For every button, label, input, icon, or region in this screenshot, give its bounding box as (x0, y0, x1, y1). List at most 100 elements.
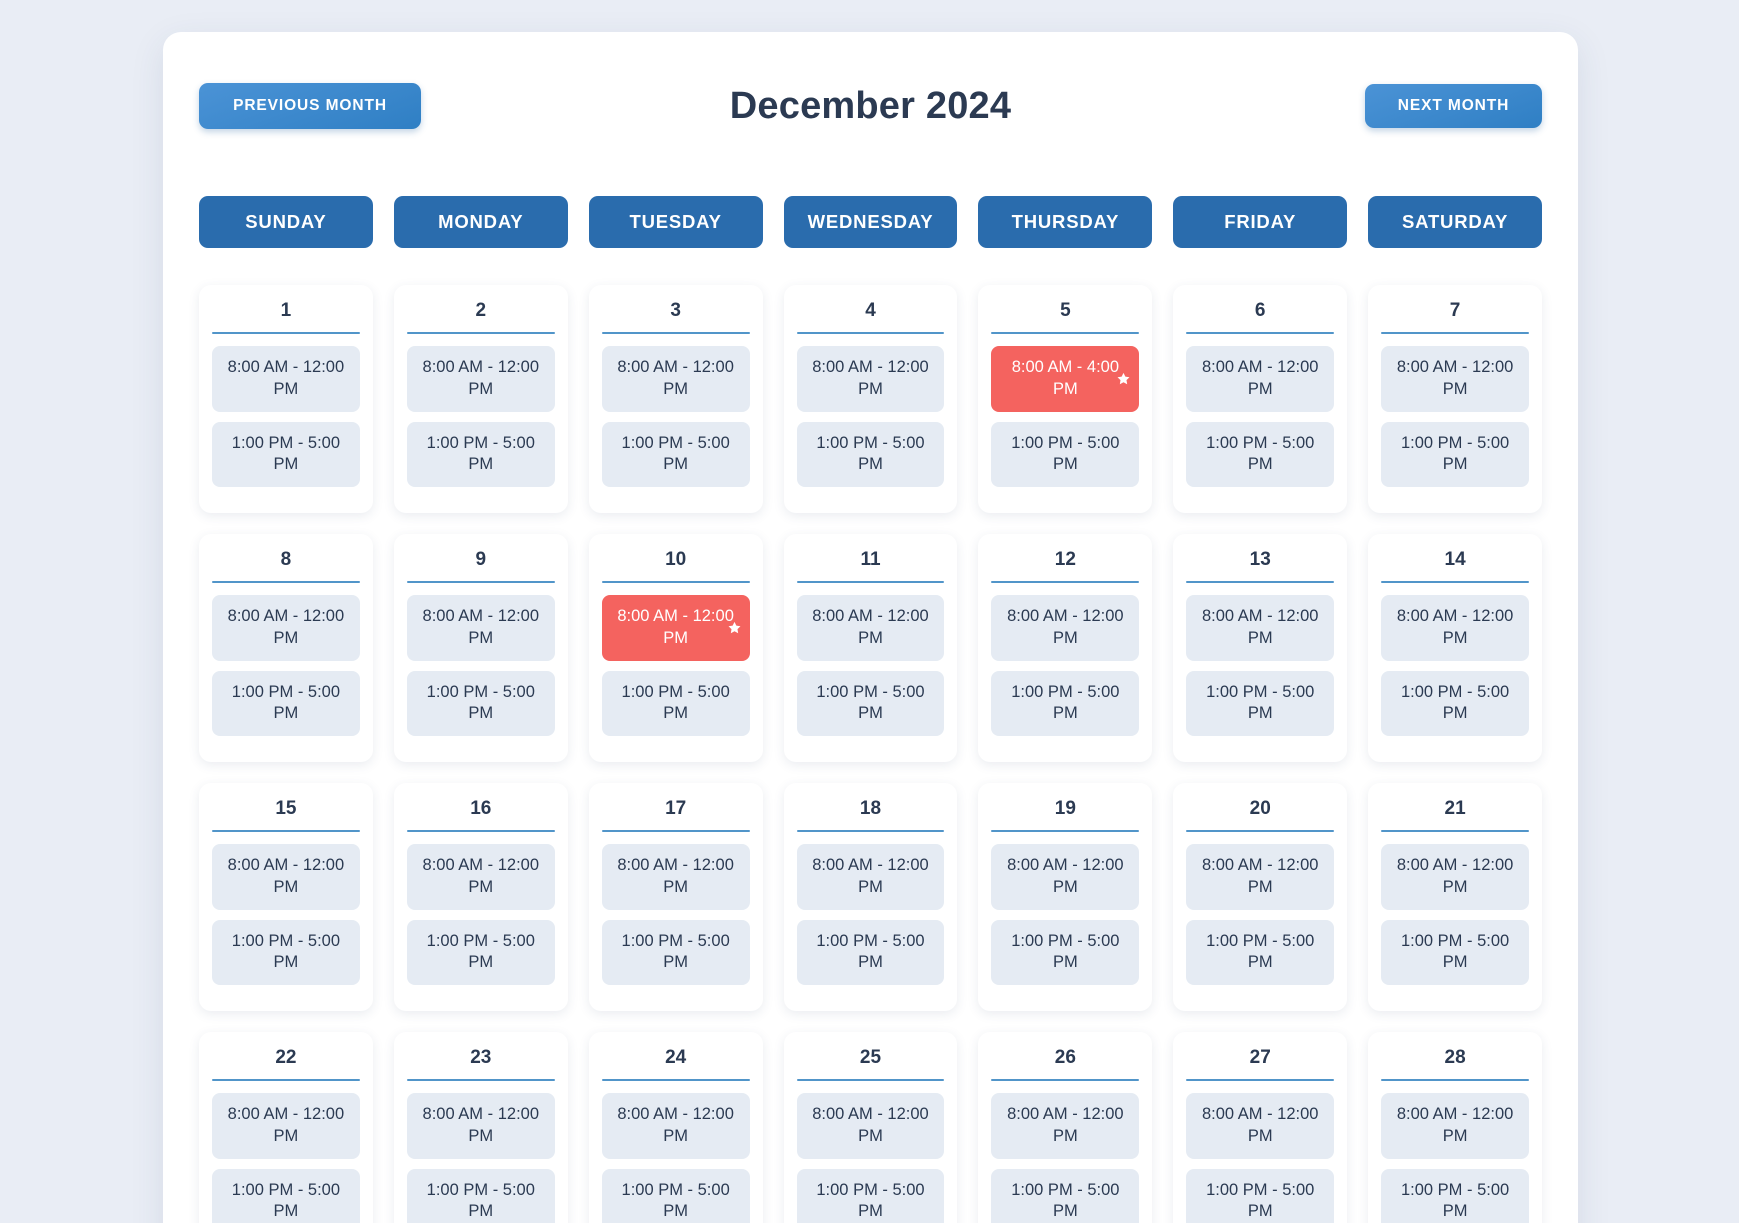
time-slot[interactable]: 8:00 AM - 12:00 PM (1186, 844, 1335, 910)
day-cell[interactable]: 17 8:00 AM - 12:00 PM 1:00 PM - 5:00 PM (588, 783, 763, 1011)
weekday-header-monday[interactable]: MONDAY (393, 196, 568, 248)
time-slot[interactable]: 1:00 PM - 5:00 PM (991, 919, 1140, 986)
day-cell[interactable]: 4 8:00 AM - 12:00 PM 1:00 PM - 5:00 PM (783, 285, 958, 513)
day-cell[interactable]: 26 8:00 AM - 12:00 PM 1:00 PM - 5:00 PM (978, 1032, 1153, 1223)
time-slot[interactable]: 8:00 AM - 12:00 PM (991, 1093, 1140, 1159)
time-slot[interactable]: 8:00 AM - 12:00 PM (796, 595, 945, 661)
time-slot[interactable]: 8:00 AM - 12:00 PM (212, 844, 360, 910)
time-slot[interactable]: 8:00 AM - 12:00 PM (1186, 346, 1335, 412)
time-slot[interactable]: 1:00 PM - 5:00 PM (601, 670, 750, 737)
day-cell[interactable]: 2 8:00 AM - 12:00 PM 1:00 PM - 5:00 PM (393, 285, 568, 513)
time-slot[interactable]: 1:00 PM - 5:00 PM (1186, 919, 1335, 986)
weekday-header-saturday[interactable]: SATURDAY (1368, 196, 1542, 248)
day-cell[interactable]: 8 8:00 AM - 12:00 PM 1:00 PM - 5:00 PM (199, 534, 373, 762)
time-slot[interactable]: 8:00 AM - 12:00 PM (406, 346, 555, 412)
time-slot[interactable]: 8:00 AM - 12:00 PM (212, 595, 360, 661)
time-slot[interactable]: 1:00 PM - 5:00 PM (406, 1168, 555, 1223)
day-number: 21 (1444, 798, 1466, 819)
day-cell[interactable]: 19 8:00 AM - 12:00 PM 1:00 PM - 5:00 PM (978, 783, 1153, 1011)
time-slot[interactable]: 1:00 PM - 5:00 PM (601, 421, 750, 488)
day-cell[interactable]: 23 8:00 AM - 12:00 PM 1:00 PM - 5:00 PM (393, 1032, 568, 1223)
next-month-button[interactable]: NEXT MONTH (1365, 84, 1542, 128)
weekday-header-tuesday[interactable]: TUESDAY (588, 196, 763, 248)
day-cell[interactable]: 10 8:00 AM - 12:00 PM 1:00 PM - 5:00 PM (588, 534, 763, 762)
time-slot[interactable]: 1:00 PM - 5:00 PM (796, 919, 945, 986)
time-slot[interactable]: 8:00 AM - 12:00 PM (1381, 1093, 1529, 1159)
time-slot-special[interactable]: 8:00 AM - 4:00 PM (991, 346, 1140, 412)
time-slot[interactable]: 1:00 PM - 5:00 PM (212, 1168, 360, 1223)
day-cell[interactable]: 20 8:00 AM - 12:00 PM 1:00 PM - 5:00 PM (1173, 783, 1348, 1011)
time-slot[interactable]: 1:00 PM - 5:00 PM (991, 1168, 1140, 1223)
time-slot[interactable]: 8:00 AM - 12:00 PM (212, 1093, 360, 1159)
day-cell[interactable]: 3 8:00 AM - 12:00 PM 1:00 PM - 5:00 PM (588, 285, 763, 513)
time-slot[interactable]: 1:00 PM - 5:00 PM (796, 1168, 945, 1223)
day-cell[interactable]: 5 8:00 AM - 4:00 PM 1:00 PM - 5:00 PM (978, 285, 1153, 513)
time-slot[interactable]: 1:00 PM - 5:00 PM (212, 421, 360, 488)
time-slot[interactable]: 1:00 PM - 5:00 PM (406, 421, 555, 488)
time-slot[interactable]: 1:00 PM - 5:00 PM (406, 670, 555, 737)
time-slot[interactable]: 8:00 AM - 12:00 PM (796, 346, 945, 412)
time-slot[interactable]: 1:00 PM - 5:00 PM (406, 919, 555, 986)
time-slot[interactable]: 8:00 AM - 12:00 PM (991, 595, 1140, 661)
time-slot[interactable]: 8:00 AM - 12:00 PM (1186, 1093, 1335, 1159)
day-cell[interactable]: 11 8:00 AM - 12:00 PM 1:00 PM - 5:00 PM (783, 534, 958, 762)
time-slot[interactable]: 1:00 PM - 5:00 PM (1381, 1168, 1529, 1223)
day-cell[interactable]: 25 8:00 AM - 12:00 PM 1:00 PM - 5:00 PM (783, 1032, 958, 1223)
time-slot[interactable]: 8:00 AM - 12:00 PM (406, 595, 555, 661)
time-slot[interactable]: 1:00 PM - 5:00 PM (1186, 1168, 1335, 1223)
time-slot[interactable]: 1:00 PM - 5:00 PM (796, 421, 945, 488)
day-number: 28 (1444, 1047, 1466, 1068)
weekday-header-sunday[interactable]: SUNDAY (199, 196, 373, 248)
day-cell[interactable]: 22 8:00 AM - 12:00 PM 1:00 PM - 5:00 PM (199, 1032, 373, 1223)
day-cell[interactable]: 15 8:00 AM - 12:00 PM 1:00 PM - 5:00 PM (199, 783, 373, 1011)
time-slot[interactable]: 8:00 AM - 12:00 PM (991, 844, 1140, 910)
day-cell[interactable]: 27 8:00 AM - 12:00 PM 1:00 PM - 5:00 PM (1173, 1032, 1348, 1223)
time-slot[interactable]: 1:00 PM - 5:00 PM (601, 919, 750, 986)
time-slot-label: 8:00 AM - 12:00 PM (812, 856, 929, 896)
day-cell[interactable]: 14 8:00 AM - 12:00 PM 1:00 PM - 5:00 PM (1368, 534, 1542, 762)
time-slot[interactable]: 1:00 PM - 5:00 PM (1381, 919, 1529, 986)
time-slot[interactable]: 8:00 AM - 12:00 PM (406, 1093, 555, 1159)
time-slot[interactable]: 8:00 AM - 12:00 PM (406, 844, 555, 910)
weekday-header-wednesday[interactable]: WEDNESDAY (783, 196, 958, 248)
time-slot[interactable]: 8:00 AM - 12:00 PM (1381, 346, 1529, 412)
time-slot[interactable]: 1:00 PM - 5:00 PM (212, 670, 360, 737)
time-slot[interactable]: 8:00 AM - 12:00 PM (212, 346, 360, 412)
time-slot[interactable]: 8:00 AM - 12:00 PM (796, 1093, 945, 1159)
time-slot[interactable]: 1:00 PM - 5:00 PM (1381, 421, 1529, 488)
day-cell[interactable]: 28 8:00 AM - 12:00 PM 1:00 PM - 5:00 PM (1368, 1032, 1542, 1223)
time-slot[interactable]: 1:00 PM - 5:00 PM (601, 1168, 750, 1223)
time-slot[interactable]: 8:00 AM - 12:00 PM (1381, 595, 1529, 661)
time-slot[interactable]: 8:00 AM - 12:00 PM (601, 844, 750, 910)
day-cell[interactable]: 18 8:00 AM - 12:00 PM 1:00 PM - 5:00 PM (783, 783, 958, 1011)
time-slot[interactable]: 1:00 PM - 5:00 PM (212, 919, 360, 986)
day-cell[interactable]: 24 8:00 AM - 12:00 PM 1:00 PM - 5:00 PM (588, 1032, 763, 1223)
time-slot[interactable]: 1:00 PM - 5:00 PM (796, 670, 945, 737)
day-cell[interactable]: 16 8:00 AM - 12:00 PM 1:00 PM - 5:00 PM (393, 783, 568, 1011)
day-cell[interactable]: 7 8:00 AM - 12:00 PM 1:00 PM - 5:00 PM (1368, 285, 1542, 513)
previous-month-button[interactable]: PREVIOUS MONTH (199, 83, 421, 129)
day-cell[interactable]: 12 8:00 AM - 12:00 PM 1:00 PM - 5:00 PM (978, 534, 1153, 762)
time-slot[interactable]: 8:00 AM - 12:00 PM (1381, 844, 1529, 910)
day-number: 13 (1249, 549, 1271, 570)
time-slot-special[interactable]: 8:00 AM - 12:00 PM (601, 595, 750, 661)
day-divider (212, 331, 360, 335)
time-slot[interactable]: 1:00 PM - 5:00 PM (1381, 670, 1529, 737)
time-slot-label: 1:00 PM - 5:00 PM (426, 433, 535, 474)
day-cell[interactable]: 9 8:00 AM - 12:00 PM 1:00 PM - 5:00 PM (393, 534, 568, 762)
day-cell[interactable]: 21 8:00 AM - 12:00 PM 1:00 PM - 5:00 PM (1368, 783, 1542, 1011)
time-slot-label: 8:00 AM - 12:00 PM (227, 1105, 345, 1145)
time-slot[interactable]: 1:00 PM - 5:00 PM (1186, 421, 1335, 488)
time-slot[interactable]: 1:00 PM - 5:00 PM (1186, 670, 1335, 737)
time-slot[interactable]: 1:00 PM - 5:00 PM (991, 421, 1140, 488)
time-slot[interactable]: 8:00 AM - 12:00 PM (796, 844, 945, 910)
weekday-header-friday[interactable]: FRIDAY (1173, 196, 1348, 248)
time-slot[interactable]: 8:00 AM - 12:00 PM (1186, 595, 1335, 661)
time-slot[interactable]: 1:00 PM - 5:00 PM (991, 670, 1140, 737)
time-slot[interactable]: 8:00 AM - 12:00 PM (601, 1093, 750, 1159)
day-cell[interactable]: 1 8:00 AM - 12:00 PM 1:00 PM - 5:00 PM (199, 285, 373, 513)
weekday-header-thursday[interactable]: THURSDAY (978, 196, 1153, 248)
day-cell[interactable]: 6 8:00 AM - 12:00 PM 1:00 PM - 5:00 PM (1173, 285, 1348, 513)
day-cell[interactable]: 13 8:00 AM - 12:00 PM 1:00 PM - 5:00 PM (1173, 534, 1348, 762)
time-slot[interactable]: 8:00 AM - 12:00 PM (601, 346, 750, 412)
